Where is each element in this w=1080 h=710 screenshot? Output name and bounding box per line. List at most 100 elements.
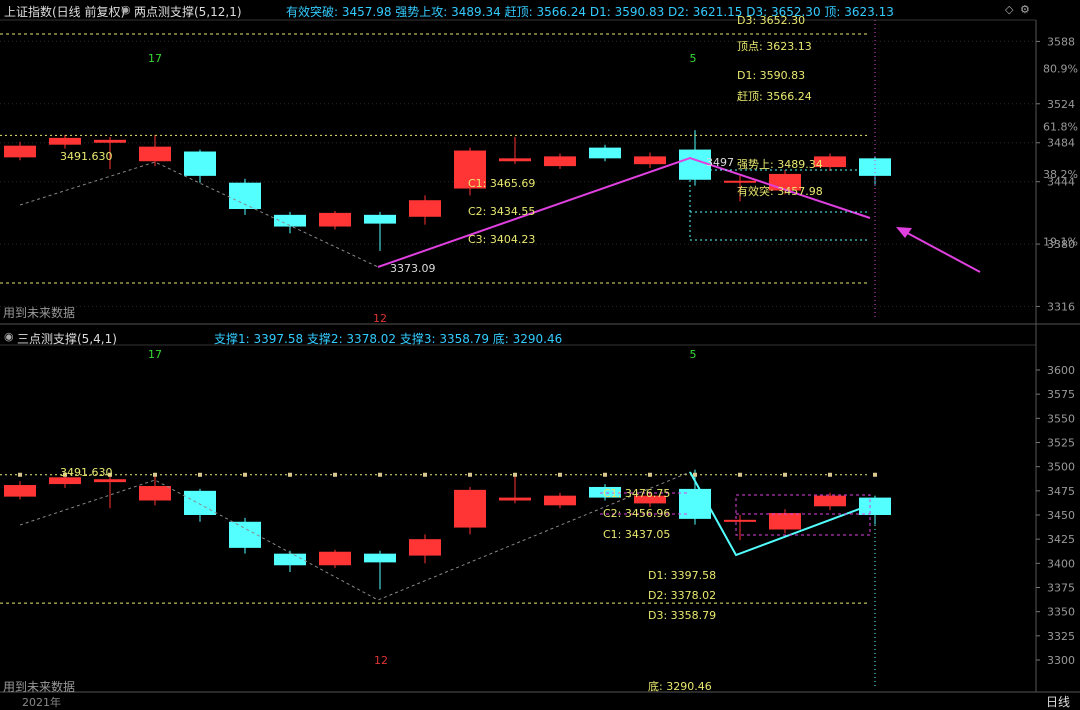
- top-count-right: 5: [690, 52, 697, 65]
- top-candle-body: [4, 145, 36, 158]
- top-high-label: 3491.630: [60, 150, 113, 163]
- top-arrow-shaft: [897, 227, 981, 273]
- bottom-price-tick: 3525: [1047, 437, 1075, 450]
- top-indicator-values: 有效突破: 3457.98 强势上攻: 3489.34 赶顶: 3566.24 …: [286, 5, 894, 19]
- bottom-level-dot: [738, 472, 742, 477]
- top-arrow-head: [896, 227, 912, 238]
- bottom-level-dot: [288, 472, 292, 477]
- bottom-c-label: C1: 3437.05: [603, 528, 670, 541]
- bottom-level-dot: [333, 472, 337, 477]
- top-right-label: 赶顶: 3566.24: [737, 89, 812, 103]
- period-button[interactable]: 日线: [1046, 693, 1070, 710]
- bottom-price-tick: 3575: [1047, 388, 1075, 401]
- bottom-level-dot: [513, 472, 517, 477]
- bottom-candle-body: [454, 489, 486, 528]
- top-candle-body: [634, 156, 666, 165]
- bottom-level-dot: [468, 472, 472, 477]
- bottom-count-bottom: 12: [374, 654, 388, 667]
- bottom-level-dot: [648, 472, 652, 477]
- settings-icon[interactable]: ⚙: [1020, 3, 1030, 16]
- top-title: 上证指数(日线 前复权): [4, 5, 126, 19]
- bottom-count-right: 5: [690, 348, 697, 361]
- bottom-candle-body: [184, 490, 216, 515]
- bottom-level-dot: [378, 472, 382, 477]
- bottom-high-label: 3491.630: [60, 466, 113, 479]
- bottom-candle-body: [229, 521, 261, 548]
- bottom-d-label: D1: 3397.58: [648, 569, 716, 582]
- bottom-d-label: D2: 3378.02: [648, 589, 716, 602]
- bottom-price-tick: 3325: [1047, 630, 1075, 643]
- bottom-candle-body: [769, 513, 801, 530]
- bottom-price-tick: 3400: [1047, 557, 1075, 570]
- top-pct-tick: 80.9%: [1043, 63, 1078, 76]
- bottom-candle-body: [724, 519, 756, 522]
- top-right-label: 顶点: 3623.13: [737, 40, 812, 53]
- bottom-price-tick: 3450: [1047, 509, 1075, 522]
- circle-icon[interactable]: ◉: [121, 3, 131, 16]
- top-candle-body: [724, 180, 756, 183]
- bottom-price-tick: 3550: [1047, 412, 1075, 425]
- bottom-level-dot: [828, 472, 832, 477]
- top-candle-body: [49, 137, 81, 145]
- bottom-candle-body: [319, 551, 351, 566]
- bottom-candle-body: [94, 479, 126, 483]
- top-pct-tick: 38.2%: [1043, 168, 1078, 181]
- bottom-candle-body: [814, 495, 846, 507]
- bottom-level-dot: [783, 472, 787, 477]
- top-count-left: 17: [148, 52, 162, 65]
- top-price-tick: 3484: [1047, 137, 1075, 150]
- top-candle-body: [409, 200, 441, 217]
- top-right-label: D1: 3590.83: [737, 69, 805, 82]
- top-candle-body: [94, 139, 126, 143]
- bottom-price-tick: 3475: [1047, 485, 1075, 498]
- bottom-level-dot: [153, 472, 157, 477]
- bottom-candle-body: [679, 488, 711, 519]
- top-future-note: 用到未来数据: [3, 306, 76, 320]
- bottom-indicator-values: 支撑1: 3397.58 支撑2: 3378.02 支撑3: 3358.79 底…: [214, 332, 563, 346]
- bottom-indicator-name[interactable]: 三点测支撑(5,4,1): [17, 330, 117, 347]
- bottom-candle-body: [544, 495, 576, 506]
- top-candle-body: [319, 212, 351, 227]
- top-candle-body: [544, 156, 576, 167]
- bottom-level-dot: [243, 472, 247, 477]
- top-price-tick: 3524: [1047, 98, 1075, 111]
- bottom-future-note: 用到未来数据: [3, 680, 76, 694]
- chart-canvas: 35883524348434443380331680.9%61.8%38.2%1…: [0, 14, 1080, 693]
- top-low-label: 3373.09: [390, 262, 436, 275]
- top-pct-tick: 19.1%: [1043, 235, 1078, 248]
- top-price-tick: 3316: [1047, 300, 1075, 313]
- bottom-price-tick: 3600: [1047, 364, 1075, 377]
- bottom-level-dot: [558, 472, 562, 477]
- bottom-d-label: D3: 3358.79: [648, 609, 716, 622]
- bottom-candle-body: [4, 485, 36, 497]
- top-price-tick: 3588: [1047, 35, 1075, 48]
- bottom-level-dot: [603, 472, 607, 477]
- bottom-floor-label: 底: 3290.46: [648, 679, 712, 693]
- bottom-c-label: C2: 3456.96: [603, 507, 670, 520]
- bottom-level-dot: [18, 472, 22, 477]
- bottom-price-tick: 3350: [1047, 606, 1075, 619]
- top-indicator-name[interactable]: 两点测支撑(5,12,1): [134, 3, 242, 20]
- top-pct-tick: 61.8%: [1043, 120, 1078, 133]
- bottom-candle-body: [139, 486, 171, 501]
- top-candle-body: [229, 182, 261, 209]
- bottom-price-tick: 3300: [1047, 654, 1075, 667]
- bottom-price-tick: 3425: [1047, 533, 1075, 546]
- bottom-level-dot: [198, 472, 202, 477]
- top-right-label: 有效突: 3457.98: [737, 184, 823, 198]
- bottom-candle-body: [409, 539, 441, 556]
- bottom-level-dot: [873, 472, 877, 477]
- top-peak-label: 3497: [706, 156, 734, 169]
- bottom-collapse-icon[interactable]: ◉: [4, 330, 14, 343]
- top-right-label: 强势上: 3489.34: [737, 158, 823, 171]
- bottom-price-tick: 3500: [1047, 461, 1075, 474]
- top-candle-body: [589, 147, 621, 159]
- top-candle-body: [184, 151, 216, 176]
- bottom-candle-body: [499, 497, 531, 501]
- top-c-label: C2: 3434.55: [468, 205, 535, 218]
- top-c-label: C3: 3404.23: [468, 233, 535, 246]
- top-candle-body: [139, 146, 171, 162]
- diamond-icon[interactable]: ◇: [1005, 3, 1013, 16]
- top-candle-body: [364, 214, 396, 224]
- bottom-candle-body: [364, 553, 396, 563]
